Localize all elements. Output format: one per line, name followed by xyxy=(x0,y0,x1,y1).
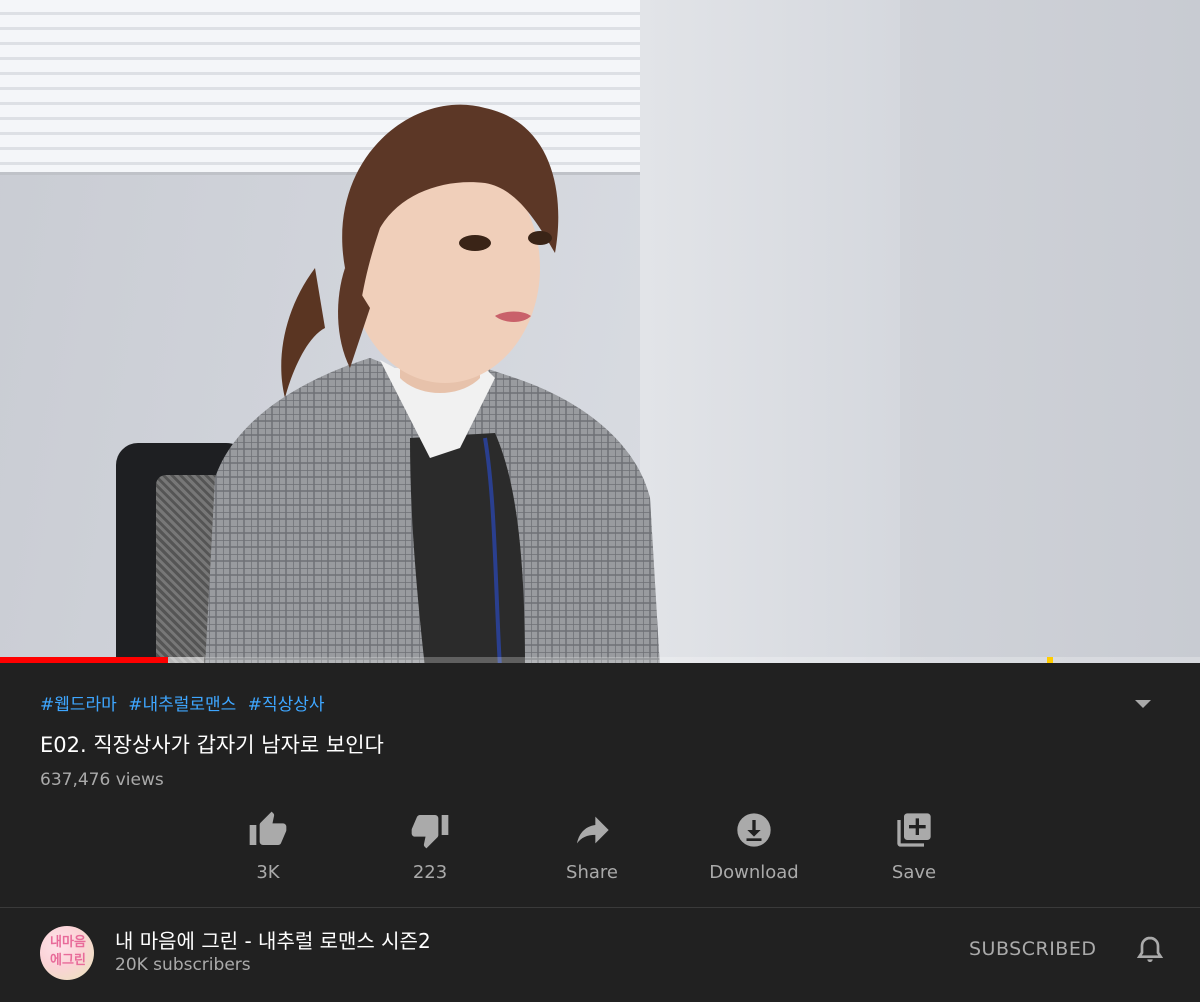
share-label: Share xyxy=(566,862,618,883)
hashtag-link[interactable]: #웹드라마 xyxy=(40,695,117,715)
playlist-add-icon xyxy=(897,813,931,847)
share-button[interactable]: Share xyxy=(512,810,672,883)
video-player[interactable] xyxy=(0,0,1200,663)
progress-played xyxy=(0,657,168,663)
share-icon xyxy=(577,816,609,844)
hashtag-list: #웹드라마 #내추럴로맨스 #직상상사 xyxy=(40,690,331,715)
channel-avatar[interactable]: 내마음에그린 xyxy=(40,926,94,980)
download-label: Download xyxy=(709,862,799,883)
divider xyxy=(0,907,1200,908)
video-frame-person xyxy=(205,104,660,663)
thumbs-up-icon xyxy=(249,811,287,845)
wall-background-right xyxy=(900,0,1200,663)
video-title: E02. 직장상사가 갑자기 남자로 보인다 xyxy=(40,733,384,757)
save-label: Save xyxy=(891,862,937,883)
hashtag-link[interactable]: #직상상사 xyxy=(248,695,325,715)
hashtag-link[interactable]: #내추럴로맨스 xyxy=(128,695,236,715)
dislike-count: 223 xyxy=(412,862,448,883)
avatar-logo-text: 내마음에그린 xyxy=(50,935,86,968)
download-icon xyxy=(737,813,771,847)
ad-marker xyxy=(1047,657,1053,663)
save-button[interactable]: Save xyxy=(834,810,994,883)
action-bar: 3K 223 Share Download Save xyxy=(188,810,998,890)
subscribed-button[interactable]: SUBSCRIBED xyxy=(969,938,1096,960)
like-count: 3K xyxy=(256,862,280,883)
like-button[interactable]: 3K xyxy=(188,810,348,883)
download-button[interactable]: Download xyxy=(674,810,834,883)
channel-name[interactable]: 내 마음에 그린 - 내추럴 로맨스 시즌2 xyxy=(115,925,431,954)
progress-bar[interactable] xyxy=(0,657,1200,663)
subscriber-count: 20K subscribers xyxy=(115,955,251,975)
dislike-button[interactable]: 223 xyxy=(350,810,510,883)
wall-background xyxy=(640,0,900,663)
expand-description-icon[interactable] xyxy=(1130,694,1156,714)
bell-icon[interactable] xyxy=(1134,932,1166,968)
thumbs-down-icon xyxy=(411,815,449,849)
view-count: 637,476 views xyxy=(40,770,164,790)
channel-row: 내마음에그린 내 마음에 그린 - 내추럴 로맨스 시즌2 20K subscr… xyxy=(40,922,1180,982)
